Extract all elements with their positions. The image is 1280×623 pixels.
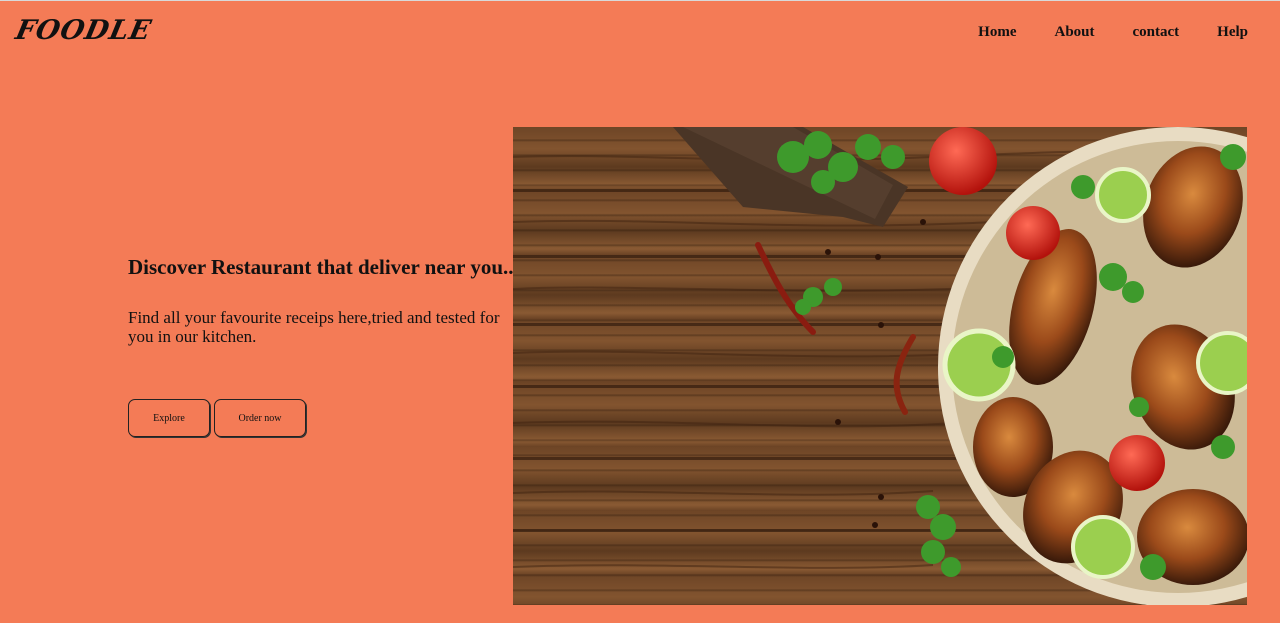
logo[interactable]: FOODLE <box>13 15 155 46</box>
hero-title: Discover Restaurant that deliver near yo… <box>128 255 514 279</box>
grilled-chicken-wings-photo <box>513 127 1247 605</box>
explore-button[interactable]: Explore <box>128 399 210 437</box>
hero-subtitle: Find all your favourite receips here,tri… <box>128 308 500 346</box>
main-nav: Home About contact Help <box>940 24 1248 41</box>
order-now-button[interactable]: Order now <box>214 399 306 437</box>
food-photo <box>513 127 1247 605</box>
nav-contact[interactable]: contact <box>1133 24 1180 41</box>
hero-text: Discover Restaurant that deliver near yo… <box>128 255 518 346</box>
nav-home[interactable]: Home <box>978 24 1016 41</box>
hero-buttons: Explore Order now <box>128 399 306 437</box>
nav-help[interactable]: Help <box>1217 24 1248 41</box>
nav-about[interactable]: About <box>1054 24 1094 41</box>
page: FOODLE Home About contact Help Discover … <box>0 0 1280 623</box>
